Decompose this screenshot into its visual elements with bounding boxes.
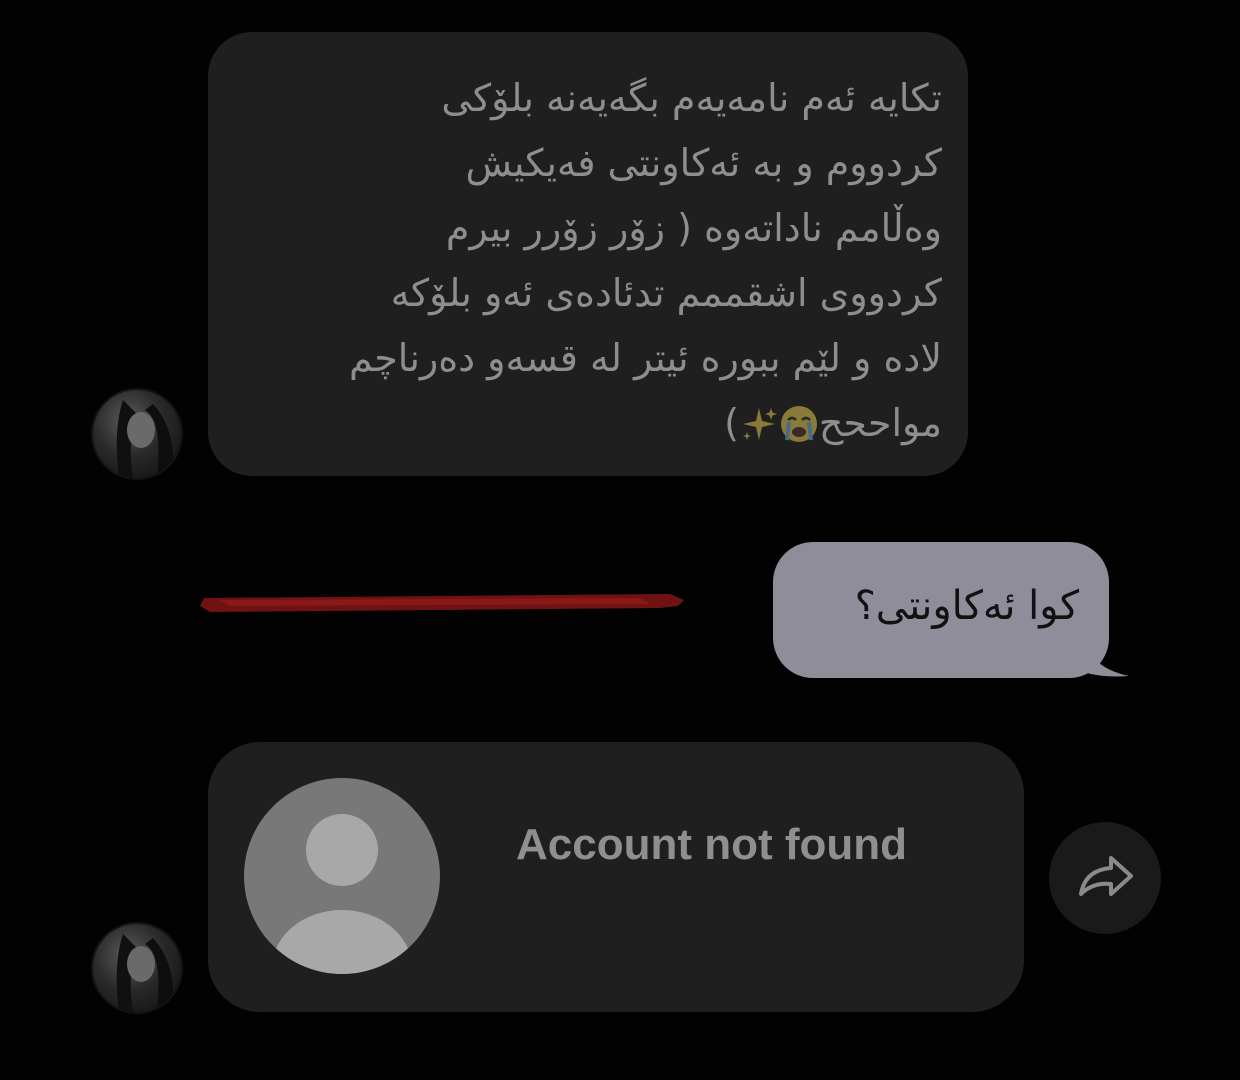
loudly-crying-face-icon [779,404,819,444]
outgoing-message-bubble[interactable]: کوا ئەکاونتی؟ [773,542,1129,678]
account-card-title: Account not found [516,820,908,869]
message-last-line: مواححح) [724,401,942,445]
message-line: وەڵامم ناداتەوە ( زۆر زۆرر بیرم [445,206,942,250]
default-user-icon [244,778,440,974]
share-arrow-icon [1079,856,1133,896]
message-line: تکایە ئەم نامەیەم بگەیەنە بلۆکی [441,76,942,120]
redaction-mark [200,588,684,616]
chat-screen: تکایە ئەم نامەیەم بگەیەنە بلۆکی کردووم و… [0,0,1240,1080]
message-line: کردووی اشقممم تدئادەی ئەو بلۆکە [390,271,942,315]
message-line: کردووم و بە ئەکاونتی فەیکیش [465,141,942,185]
sender-avatar[interactable] [93,924,181,1012]
bubble-tail [1083,638,1129,678]
closing-parenthesis: ) [724,401,739,445]
message-line: مواححح [818,401,942,445]
sender-avatar[interactable] [93,390,181,478]
sparkles-icon [739,404,779,444]
share-button[interactable] [1049,822,1161,934]
incoming-message-bubble[interactable]: تکایە ئەم نامەیەم بگەیەنە بلۆکی کردووم و… [208,32,968,476]
incoming-message-text: تکایە ئەم نامەیەم بگەیەنە بلۆکی کردووم و… [252,66,942,456]
message-line: لادە و لێم ببورە ئیتر لە قسەو دەرناچم [348,336,942,380]
outgoing-message-text: کوا ئەکاونتی؟ [854,583,1079,629]
shared-account-card[interactable]: Account not found [208,742,1024,1012]
